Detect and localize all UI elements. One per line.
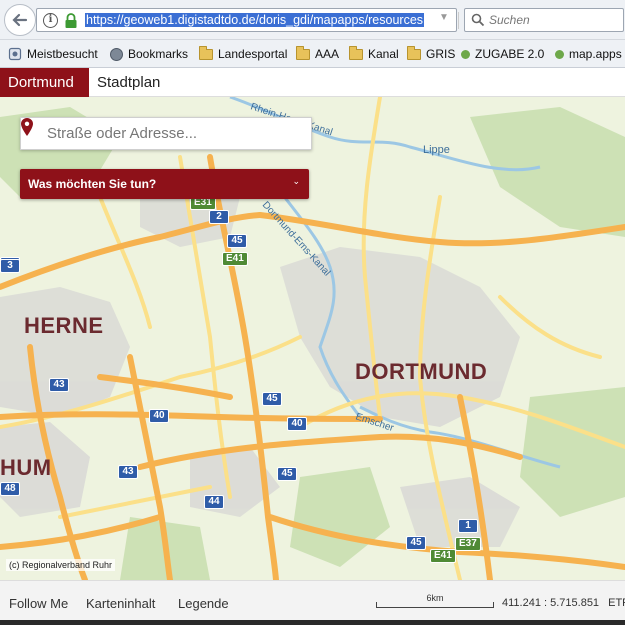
back-button[interactable]: [4, 4, 36, 36]
motorway-shield: 45: [277, 467, 297, 481]
map-footer: Follow Me Karteninhalt Legende 6km 411.2…: [0, 580, 625, 625]
bookmark-bookmarks[interactable]: Bookmarks: [110, 46, 188, 62]
actions-dropdown-label: Was möchten Sie tun?: [28, 177, 157, 191]
motorway-shield: 45: [227, 234, 247, 248]
motorway-shield: 48: [0, 482, 20, 496]
info-icon[interactable]: i: [43, 13, 58, 28]
folder-icon: [199, 45, 213, 60]
coordinate-value: 411.241 : 5.715.851: [502, 597, 600, 609]
copyright-notice: (c) Regionalverband Ruhr: [6, 559, 116, 571]
dot-icon: [555, 49, 564, 59]
lock-icon: [65, 13, 77, 28]
motorway-shield: 44: [204, 495, 224, 509]
motorway-shield: 2: [209, 210, 229, 224]
city-label-herne: HERNE: [24, 313, 104, 338]
url-divider: [458, 12, 459, 29]
motorway-shield: 43: [49, 378, 69, 392]
chevron-down-icon[interactable]: ▼: [439, 12, 449, 23]
bookmark-landesportal[interactable]: Landesportal: [199, 45, 287, 62]
motorway-shield: 45: [406, 536, 426, 550]
bookmark-mapapps[interactable]: map.apps: [555, 46, 622, 62]
arrow-left-icon: [12, 13, 28, 27]
browser-search-box[interactable]: Suchen: [464, 8, 624, 32]
page-title: Stadtplan: [97, 74, 161, 91]
map-view[interactable]: Rhein-Herne-Kanal Dortmund-Ems-Kanal Lip…: [0, 97, 625, 580]
address-input[interactable]: [47, 118, 309, 149]
chevron-down-icon: ⌄: [292, 176, 300, 186]
folder-icon: [407, 45, 421, 60]
motorway-shield: 40: [287, 417, 307, 431]
dot-icon: [461, 49, 470, 59]
bookmark-aaa[interactable]: AAA: [296, 45, 339, 62]
motorway-shield: 3: [0, 259, 20, 273]
bookmark-gris[interactable]: GRIS: [407, 45, 455, 62]
scale-bar: 6km: [376, 593, 494, 608]
bookmark-kanal[interactable]: Kanal: [349, 45, 399, 62]
search-icon: [471, 13, 485, 27]
motorway-shield: 1: [458, 519, 478, 533]
waterway-label: Lippe: [423, 144, 450, 156]
url-text[interactable]: https://geoweb1.digistadtdo.de/doris_gdi…: [85, 12, 433, 29]
bookmark-zugabe[interactable]: ZUGABE 2.0: [461, 46, 544, 62]
city-label-dortmund: DORTMUND: [355, 359, 487, 384]
city-label-bochum: HUM: [0, 455, 52, 480]
browser-navbar: i https://geoweb1.digistadtdo.de/doris_g…: [0, 0, 625, 40]
folder-icon: [349, 45, 363, 60]
map-content-button[interactable]: Karteninhalt: [86, 596, 155, 611]
coordinate-readout: 411.241 : 5.715.851 ETR: [502, 597, 625, 609]
globe-icon: [110, 47, 123, 61]
gear-icon: [8, 47, 22, 61]
bookmarks-bar: Meistbesucht Bookmarks Landesportal AAA …: [0, 40, 625, 68]
actions-dropdown-button[interactable]: Was möchten Sie tun? ⌄: [20, 169, 309, 199]
european-route-shield: E37: [455, 537, 481, 551]
address-search-box[interactable]: [20, 117, 312, 150]
bookmark-meistbesucht[interactable]: Meistbesucht: [8, 46, 98, 62]
european-route-shield: E41: [430, 549, 456, 563]
motorway-shield: 45: [262, 392, 282, 406]
follow-me-button[interactable]: Follow Me: [9, 596, 68, 611]
url-bar[interactable]: i https://geoweb1.digistadtdo.de/doris_g…: [36, 8, 480, 32]
folder-icon: [296, 45, 310, 60]
window-bottom-edge: [0, 620, 625, 625]
european-route-shield: E41: [222, 252, 248, 266]
app-header: Dortmund Stadtplan: [0, 68, 625, 97]
crs-label[interactable]: ETR: [608, 597, 625, 609]
scale-bar-line: [376, 602, 494, 608]
map-pin-icon: [21, 118, 33, 136]
motorway-shield: 40: [149, 409, 169, 423]
search-placeholder: Suchen: [489, 13, 530, 27]
brand-logo[interactable]: Dortmund: [0, 68, 89, 97]
legend-button[interactable]: Legende: [178, 596, 229, 611]
motorway-shield: 43: [118, 465, 138, 479]
